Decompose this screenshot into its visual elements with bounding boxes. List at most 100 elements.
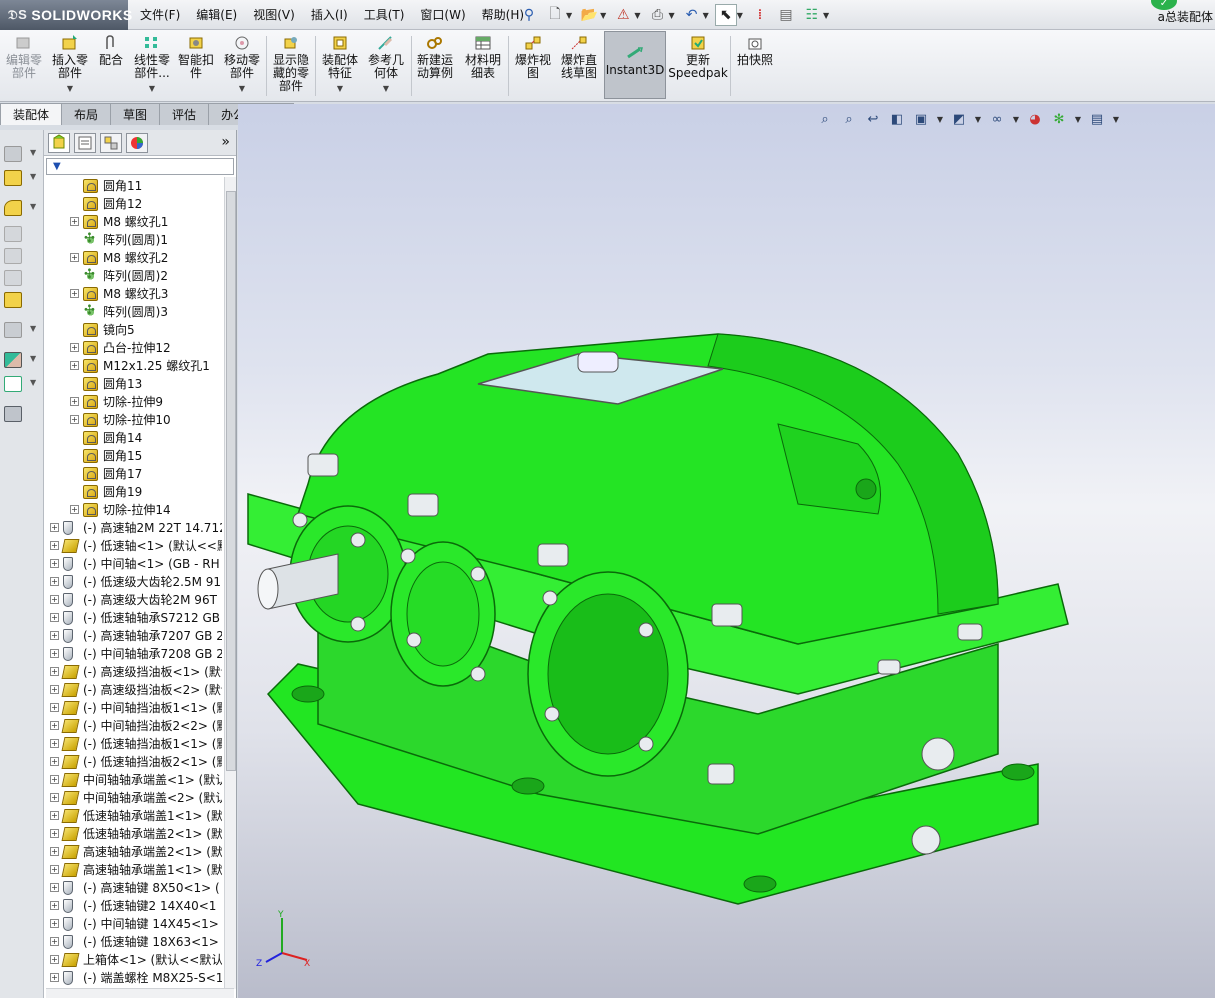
tree-item[interactable]: + M8 螺纹孔3 xyxy=(44,285,222,303)
tree-item[interactable]: 圆角12 xyxy=(44,195,222,213)
configuration-manager-tab-icon[interactable] xyxy=(100,133,122,153)
expand-toggle-icon[interactable]: + xyxy=(50,523,59,532)
exploded-view-button[interactable]: 爆炸视 图 xyxy=(512,34,554,80)
pin-icon[interactable]: ⚲ xyxy=(518,4,540,26)
tree-item[interactable]: 圆角17 xyxy=(44,465,222,483)
mate-button[interactable]: 配合 xyxy=(96,34,126,67)
dropdown-arrow-icon[interactable]: ▼ xyxy=(337,82,343,95)
tree-item[interactable]: + (-) 中间轴轴承7208 GB 2 xyxy=(44,645,222,663)
tree-item[interactable]: 圆角19 xyxy=(44,483,222,501)
tree-item[interactable]: + 切除-拉伸14 xyxy=(44,501,222,519)
dropdown-arrow-icon[interactable]: ▼ xyxy=(67,82,73,95)
open-folder-icon[interactable]: 📂 xyxy=(578,4,600,26)
graphics-area[interactable]: ⌕ ⌕ ↩ ◧ ▣ ▼ ◩ ▼ ∞ ▼ ◕ ✻ ▼ ▤ ▼ Y X Z xyxy=(238,104,1215,998)
expand-toggle-icon[interactable]: + xyxy=(50,937,59,946)
expand-toggle-icon[interactable]: + xyxy=(50,613,59,622)
dropdown-arrow-icon[interactable]: ▼ xyxy=(383,82,389,95)
menu-view[interactable]: 视图(V) xyxy=(253,6,295,23)
menu-edit[interactable]: 编辑(E) xyxy=(196,6,237,23)
dropdown-arrow-icon[interactable]: ▼ xyxy=(737,11,743,20)
tree-item[interactable]: 圆角11 xyxy=(44,177,222,195)
tree-vertical-scrollbar[interactable] xyxy=(224,177,236,989)
expand-toggle-icon[interactable]: + xyxy=(50,667,59,676)
dropdown-arrow-icon[interactable]: ▼ xyxy=(239,82,245,95)
options-icon[interactable]: ☷ xyxy=(801,4,823,26)
tab-layout[interactable]: 布局 xyxy=(61,103,112,125)
curve-icon[interactable] xyxy=(4,376,22,392)
expand-toggle-icon[interactable]: + xyxy=(50,577,59,586)
expand-toggle-icon[interactable]: + xyxy=(70,397,79,406)
solidworks-logo[interactable]: 𝔇S SOLIDWORKS xyxy=(0,0,132,30)
tree-item[interactable]: + (-) 高速级挡油板<1> (默认 xyxy=(44,663,222,681)
tab-evaluate[interactable]: 评估 xyxy=(159,103,210,125)
expand-toggle-icon[interactable]: + xyxy=(50,847,59,856)
expand-toggle-icon[interactable]: + xyxy=(50,883,59,892)
instant3d-icon[interactable] xyxy=(4,406,22,422)
tree-horizontal-scrollbar[interactable] xyxy=(46,988,234,998)
dropdown-arrow-icon[interactable]: ▼ xyxy=(149,82,155,95)
menu-tools[interactable]: 工具(T) xyxy=(364,6,405,23)
tree-item[interactable]: + (-) 中间轴挡油板1<1> (默 xyxy=(44,699,222,717)
dropdown-arrow-icon[interactable]: ▼ xyxy=(823,11,829,20)
rebuild-traffic-light-icon[interactable]: ⁞ xyxy=(749,4,771,26)
expand-toggle-icon[interactable]: + xyxy=(50,775,59,784)
tree-item[interactable]: + (-) 低速轴键2 14X40<1 xyxy=(44,897,222,915)
bill-of-materials-button[interactable]: 材料明 细表 xyxy=(462,34,504,80)
tree-item[interactable]: + (-) 高速轴2M 22T 14.712 xyxy=(44,519,222,537)
dropdown-arrow-icon[interactable]: ▼ xyxy=(30,354,36,363)
dropdown-arrow-icon[interactable]: ▼ xyxy=(703,11,709,20)
tree-item[interactable]: 圆角15 xyxy=(44,447,222,465)
tree-item[interactable]: + 低速轴轴承端盖1<1> (默 xyxy=(44,807,222,825)
gearbox-model[interactable] xyxy=(238,104,1215,998)
expand-toggle-icon[interactable]: + xyxy=(50,649,59,658)
print-icon[interactable]: ⎙ xyxy=(646,4,668,26)
dropdown-arrow-icon[interactable]: ▼ xyxy=(634,11,640,20)
tree-item[interactable]: + (-) 低速轴键 18X63<1> xyxy=(44,933,222,951)
tree-item[interactable]: + 中间轴轴承端盖<2> (默认 xyxy=(44,789,222,807)
new-part-icon[interactable] xyxy=(4,200,22,216)
edit-component-button[interactable]: 编辑零 部件 xyxy=(4,34,44,80)
tree-item[interactable]: 镜向5 xyxy=(44,321,222,339)
expand-toggle-icon[interactable]: + xyxy=(50,955,59,964)
menu-file[interactable]: 文件(F) xyxy=(140,6,180,23)
dropdown-arrow-icon[interactable]: ▼ xyxy=(30,324,36,333)
tree-item[interactable]: + (-) 高速级大齿轮2M 96T xyxy=(44,591,222,609)
tree-item[interactable]: + 高速轴轴承端盖2<1> (默 xyxy=(44,843,222,861)
tree-item[interactable]: + (-) 高速轴轴承7207 GB 2 xyxy=(44,627,222,645)
assembly-features-button[interactable]: 装配体 特征 ▼ xyxy=(319,34,361,95)
tree-item[interactable]: 阵列(圆周)1 xyxy=(44,230,222,249)
tree-item[interactable]: 圆角13 xyxy=(44,375,222,393)
instant3d-button[interactable]: Instant3D xyxy=(606,44,664,77)
tree-item[interactable]: + (-) 中间轴键 14X45<1> xyxy=(44,915,222,933)
tree-item[interactable]: + M8 螺纹孔2 xyxy=(44,249,222,267)
tree-item[interactable]: + (-) 端盖螺栓 M8X25-S<1 xyxy=(44,969,222,987)
tree-item[interactable]: + (-) 低速级大齿轮2.5M 91 xyxy=(44,573,222,591)
expand-toggle-icon[interactable]: + xyxy=(50,757,59,766)
expand-toggle-icon[interactable]: + xyxy=(70,415,79,424)
update-speedpak-button[interactable]: 更新 Speedpak xyxy=(668,34,728,80)
tree-item[interactable]: + 切除-拉伸9 xyxy=(44,393,222,411)
tree-item[interactable]: + 凸台-拉伸12 xyxy=(44,339,222,357)
tree-item[interactable]: + 高速轴轴承端盖1<1> (默 xyxy=(44,861,222,879)
select-pointer-icon[interactable]: ⬉ xyxy=(714,4,737,26)
scrollbar-thumb[interactable] xyxy=(226,191,236,771)
smart-fasteners-button[interactable]: 智能扣 件 xyxy=(176,34,216,80)
expand-toggle-icon[interactable]: + xyxy=(50,865,59,874)
reference-geometry-button[interactable]: 参考几 何体 ▼ xyxy=(365,34,407,95)
tree-item[interactable]: + (-) 低速轴<1> (默认<<默 xyxy=(44,537,222,555)
reference-geometry-icon[interactable] xyxy=(4,352,22,368)
expand-toggle-icon[interactable]: + xyxy=(70,361,79,370)
expand-toggle-icon[interactable]: + xyxy=(50,901,59,910)
tree-item[interactable]: + (-) 高速级挡油板<2> (默认 xyxy=(44,681,222,699)
expand-toggle-icon[interactable]: + xyxy=(50,973,59,982)
expand-toggle-icon[interactable]: + xyxy=(70,289,79,298)
undo-icon[interactable]: ↶ xyxy=(681,4,703,26)
tree-item[interactable]: + 中间轴轴承端盖<1> (默认 xyxy=(44,771,222,789)
tab-sketch[interactable]: 草图 xyxy=(110,103,161,125)
dropdown-arrow-icon[interactable]: ▼ xyxy=(668,11,674,20)
explode-line-sketch-button[interactable]: 爆炸直 线草图 xyxy=(558,34,600,80)
tab-assembly[interactable]: 装配体 xyxy=(0,103,63,125)
smart-fasteners-icon[interactable] xyxy=(4,292,22,308)
tree-item[interactable]: 阵列(圆周)3 xyxy=(44,302,222,321)
insert-component-icon[interactable] xyxy=(4,170,22,186)
